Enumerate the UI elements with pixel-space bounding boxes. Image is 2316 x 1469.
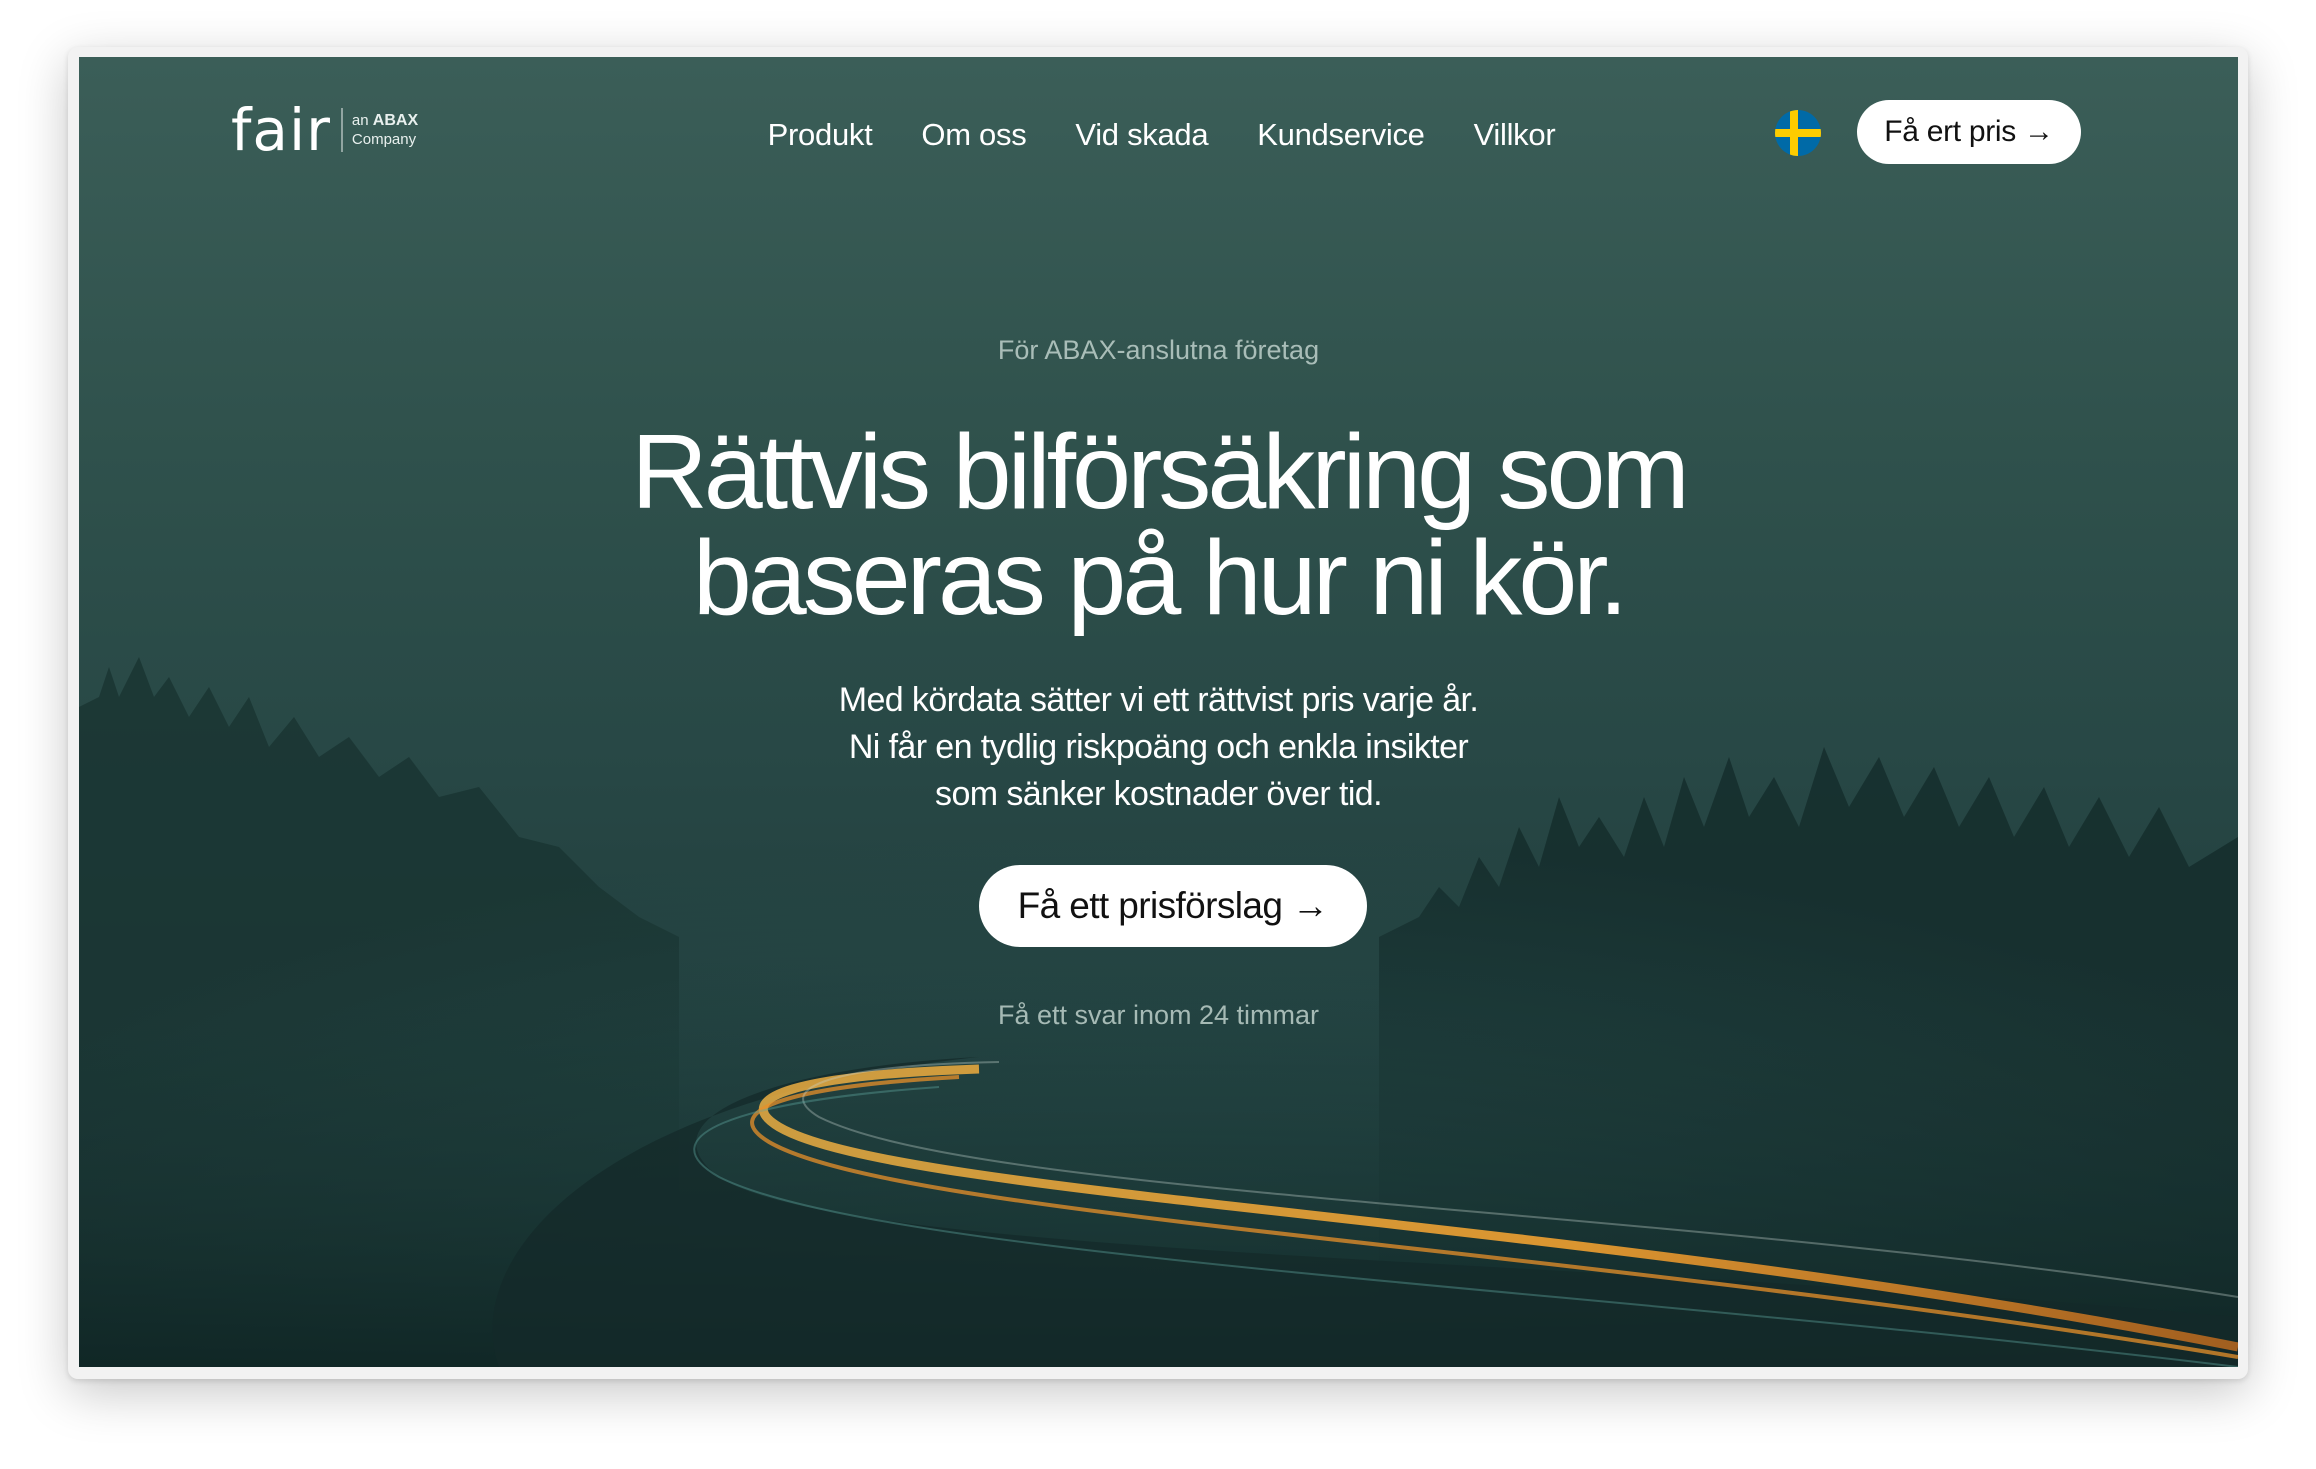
page-title: Rättvis bilförsäkring som baseras på hur… xyxy=(79,419,2238,631)
nav-item-vid-skada[interactable]: Vid skada xyxy=(1075,117,1208,153)
nav-item-kundservice[interactable]: Kundservice xyxy=(1257,117,1425,153)
nav-item-produkt[interactable]: Produkt xyxy=(768,117,873,153)
description-line-2: Ni får en tydlig riskpoäng och enkla ins… xyxy=(848,728,1469,766)
browser-window: fair an ABAX Company Produkt Om oss Vid … xyxy=(68,47,2248,1379)
nav-item-villkor[interactable]: Villkor xyxy=(1474,117,1556,153)
flag-cross-horizontal xyxy=(1775,129,1821,137)
sweden-flag-icon[interactable] xyxy=(1775,110,1821,156)
nav-item-om-oss[interactable]: Om oss xyxy=(921,117,1026,153)
description-line-3: som sänker kostnader över tid. xyxy=(935,775,1382,813)
headline-line-2: baseras på hur ni kör. xyxy=(692,519,1628,637)
flag-cross-vertical xyxy=(1790,110,1798,156)
get-quote-button[interactable]: Få ett prisförslag → xyxy=(979,865,1367,947)
hero-section: fair an ABAX Company Produkt Om oss Vid … xyxy=(79,57,2238,1367)
hero-description: Med kördata sätter vi ett rättvist pris … xyxy=(79,677,2238,818)
get-price-button[interactable]: Få ert pris → xyxy=(1857,100,2081,164)
hero-eyebrow: För ABAX-anslutna företag xyxy=(997,335,1320,365)
response-time-note: Få ett svar inom 24 timmar xyxy=(997,1000,1320,1030)
headline-line-1: Rättvis bilförsäkring som xyxy=(631,413,1690,531)
description-line-1: Med kördata sätter vi ett rättvist pris … xyxy=(838,681,1479,719)
